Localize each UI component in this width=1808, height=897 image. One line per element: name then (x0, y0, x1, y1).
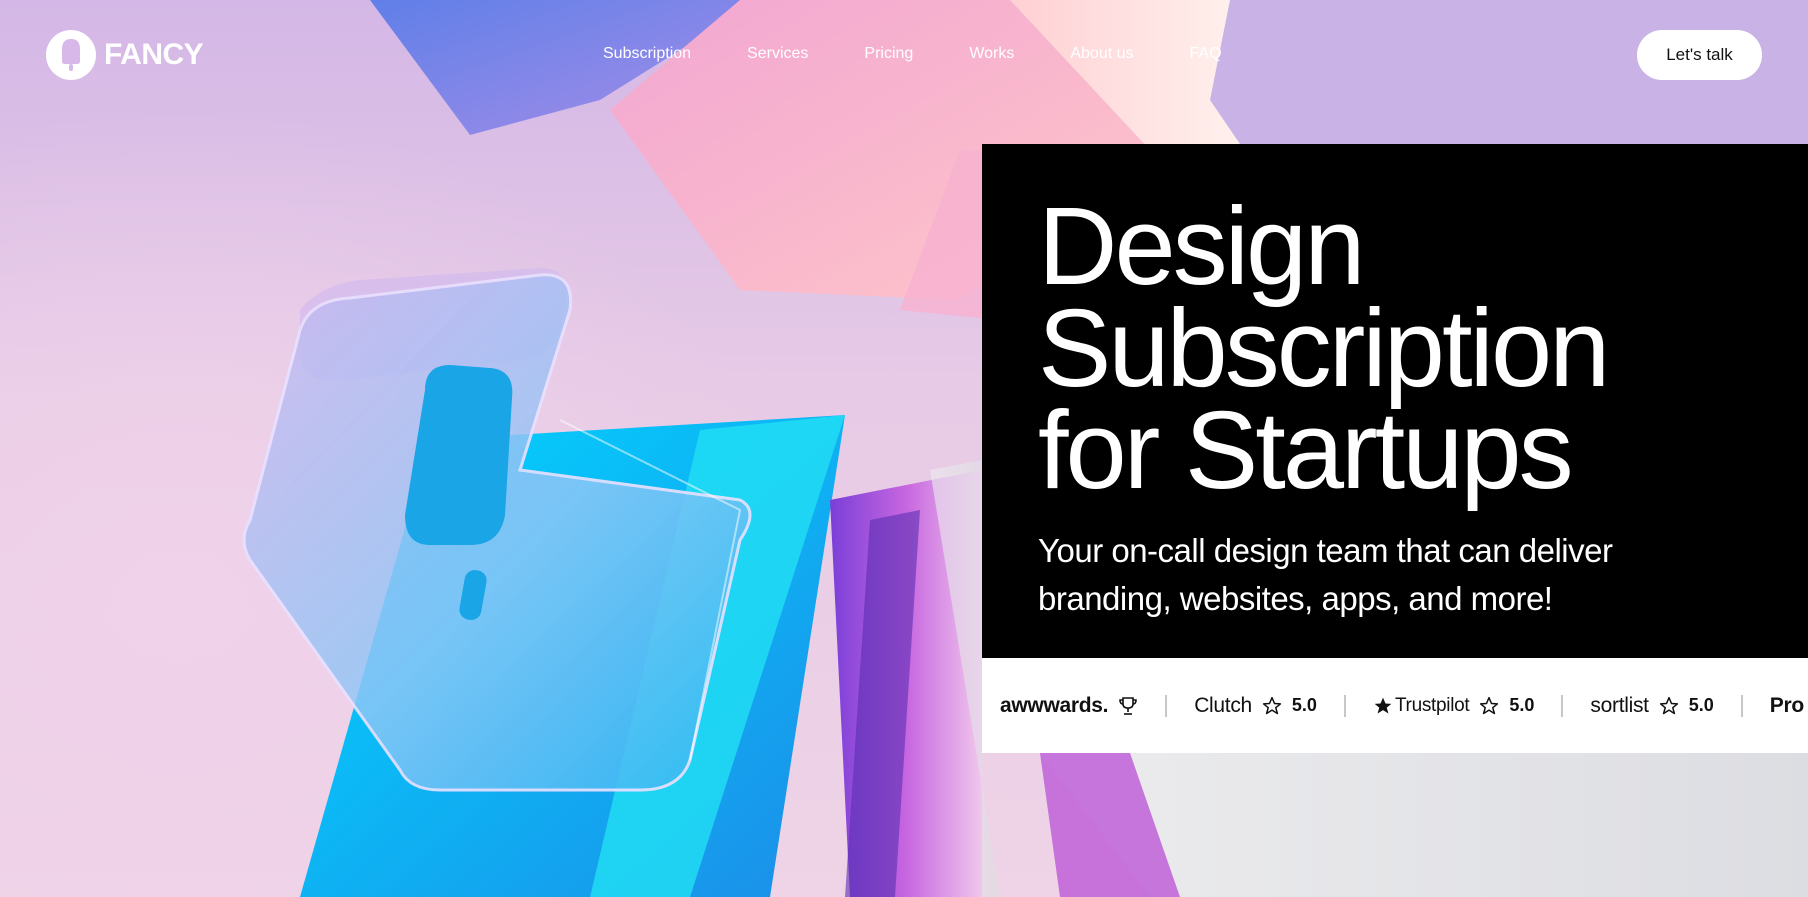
divider (1343, 694, 1346, 717)
rating-brand-pro: Pro (1769, 693, 1804, 717)
hero-title-line-2: Subscription (1038, 287, 1610, 410)
rating-pro[interactable]: Pro (1770, 694, 1804, 718)
rating-clutch[interactable]: Clutch 5.0 (1194, 694, 1317, 718)
nav-item-faq[interactable]: FAQ (1190, 42, 1222, 66)
rating-trustpilot[interactable]: Trustpilot 5.0 (1373, 695, 1534, 717)
logo-link[interactable]: FANCY (46, 30, 204, 80)
rating-score-trustpilot: 5.0 (1509, 695, 1535, 715)
rating-brand-awwwards: awwwards. (1000, 693, 1109, 717)
popsicle-logo-icon (46, 30, 96, 80)
hero-title: Design Subscription for Startups (1038, 185, 1798, 512)
divider (1561, 694, 1564, 717)
divider (1165, 694, 1168, 717)
star-filled-icon (1373, 696, 1393, 716)
ratings-strip: awwwards. Clutch 5.0 Trustpilot 5.0 sort… (982, 658, 1808, 753)
star-outline-icon (1262, 696, 1282, 716)
hero-subtitle: Your on-call design team that can delive… (1038, 527, 1738, 623)
star-outline-icon (1479, 696, 1499, 716)
divider (1740, 694, 1743, 717)
site-header: FANCY Subscription Services Pricing Work… (0, 0, 1808, 110)
hero-title-line-1: Design (1038, 185, 1365, 308)
hero-title-line-3: for Startups (1038, 389, 1574, 512)
hero-subtitle-line-1: Your on-call design team that can delive… (1038, 532, 1613, 569)
nav-item-subscription[interactable]: Subscription (603, 42, 691, 66)
hero-subtitle-line-2: branding, websites, apps, and more! (1038, 580, 1553, 617)
nav-item-pricing[interactable]: Pricing (864, 42, 913, 66)
nav-item-about-us[interactable]: About us (1070, 42, 1133, 66)
trophy-icon (1118, 696, 1138, 716)
rating-brand-sortlist: sortlist (1590, 693, 1649, 717)
glass-cube-illustration (242, 268, 752, 792)
rating-awwwards[interactable]: awwwards. (1000, 694, 1138, 718)
lets-talk-button[interactable]: Let's talk (1637, 30, 1762, 80)
rating-sortlist[interactable]: sortlist 5.0 (1590, 694, 1713, 718)
brand-name: FANCY (104, 38, 204, 71)
rating-brand-clutch: Clutch (1194, 693, 1252, 717)
nav-item-works[interactable]: Works (969, 42, 1014, 66)
main-nav: Subscription Services Pricing Works Abou… (603, 42, 1278, 66)
rating-score-sortlist: 5.0 (1688, 695, 1714, 715)
star-outline-icon (1659, 696, 1679, 716)
rating-score-clutch: 5.0 (1291, 695, 1317, 715)
hero-panel: Design Subscription for Startups Your on… (982, 144, 1808, 658)
rating-brand-trustpilot: Trustpilot (1394, 694, 1470, 716)
nav-item-services[interactable]: Services (747, 42, 808, 66)
ratings-row: awwwards. Clutch 5.0 Trustpilot 5.0 sort… (1000, 658, 1804, 753)
